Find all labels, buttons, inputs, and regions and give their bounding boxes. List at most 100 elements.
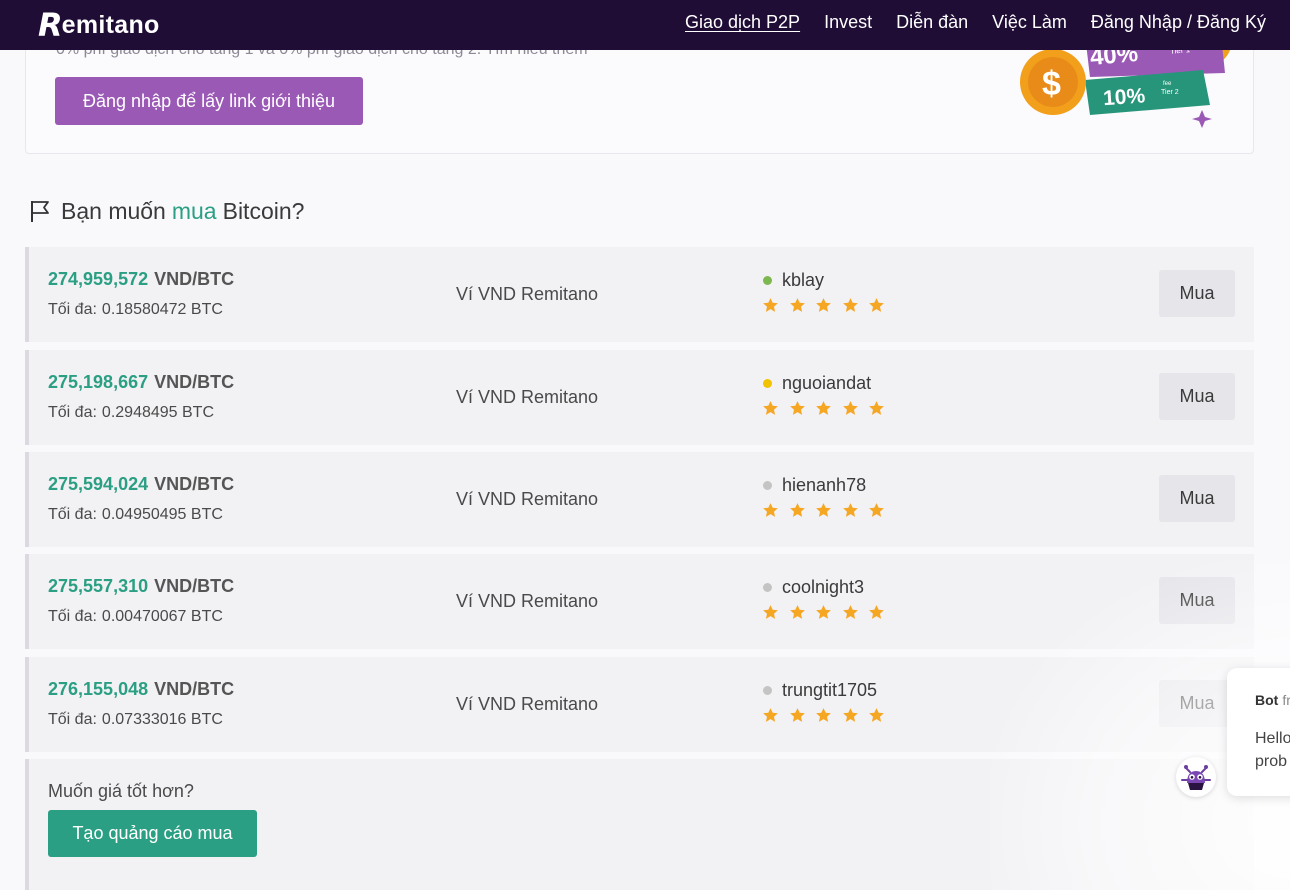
buy-button[interactable]: Mua	[1159, 373, 1235, 420]
seller-rating-stars	[762, 604, 895, 621]
seller-name[interactable]: nguoiandat	[782, 373, 871, 394]
offer-wallet: Ví VND Remitano	[456, 694, 599, 714]
star-icon	[816, 605, 831, 619]
price-amount: 275,198,667	[48, 372, 149, 392]
star-icon	[869, 503, 884, 517]
seller-status-dot	[763, 276, 772, 285]
main-nav: Giao dịch P2P Invest Diễn đàn Việc Làm Đ…	[661, 0, 1266, 44]
top-navigation-bar: Remitano Giao dịch P2P Invest Diễn đàn V…	[0, 0, 1290, 50]
max-value: 0.00470067 BTC	[101, 608, 223, 625]
buy-button[interactable]: Mua	[1159, 680, 1235, 727]
price-amount: 274,959,572	[48, 269, 149, 289]
offer-wallet: Ví VND Remitano	[456, 284, 599, 304]
max-label: Tối đa:	[48, 506, 97, 523]
price-unit: VND/BTC	[154, 269, 235, 289]
seller-rating-stars	[762, 502, 895, 519]
logo-text: emitano	[61, 10, 160, 39]
star-icon	[869, 605, 884, 619]
buy-button[interactable]: Mua	[1159, 270, 1235, 317]
offer-price: 276,155,048 VND/BTC	[48, 679, 234, 700]
nav-login-register[interactable]: Đăng Nhập / Đăng Ký	[1091, 12, 1266, 33]
star-icon	[789, 708, 805, 722]
seller-status-dot	[763, 481, 772, 490]
offer-max-amount: Tối đa: 0.04950495 BTC	[48, 506, 223, 524]
seller-name[interactable]: trungtit1705	[782, 680, 877, 701]
chat-sender: Bot fr	[1255, 692, 1290, 708]
max-label: Tối đa:	[48, 608, 97, 625]
chat-bot-avatar[interactable]	[1176, 757, 1216, 797]
price-unit: VND/BTC	[154, 372, 235, 392]
offer-price: 275,198,667 VND/BTC	[48, 372, 234, 393]
star-icon	[789, 298, 805, 312]
offer-price: 275,594,024 VND/BTC	[48, 474, 234, 495]
nav-forum[interactable]: Diễn đàn	[896, 12, 968, 33]
star-icon	[763, 708, 778, 722]
seller-name[interactable]: kblay	[782, 270, 824, 291]
max-value: 0.2948495 BTC	[101, 404, 214, 421]
star-icon	[842, 708, 858, 722]
seller-status-dot	[763, 686, 772, 695]
buy-button[interactable]: Mua	[1159, 577, 1235, 624]
seller-info[interactable]: kblay	[763, 270, 824, 291]
star-icon	[869, 708, 884, 722]
star-icon	[869, 401, 884, 415]
chat-message-bubble[interactable]: Bot fr Hello prob	[1227, 668, 1290, 796]
offer-wallet: Ví VND Remitano	[456, 489, 599, 509]
max-label: Tối đa:	[48, 404, 97, 421]
max-value: 0.07333016 BTC	[101, 711, 223, 728]
offer-row: 275,198,667 VND/BTC Tối đa: 0.2948495 BTC …	[25, 350, 1254, 445]
star-icon	[842, 503, 858, 517]
seller-info[interactable]: trungtit1705	[763, 680, 877, 701]
seller-rating-stars	[762, 707, 895, 724]
promo-tier2-fee: fee	[1163, 81, 1172, 87]
login-get-referral-link-button[interactable]: Đăng nhập để lấy link giới thiệu	[55, 77, 363, 125]
price-unit: VND/BTC	[154, 576, 235, 596]
star-icon	[842, 298, 858, 312]
section-heading: Bạn muốn mua Bitcoin?	[29, 196, 304, 226]
logo-r: R	[38, 6, 63, 44]
price-amount: 275,594,024	[48, 474, 149, 494]
max-value: 0.18580472 BTC	[101, 301, 223, 318]
star-icon	[789, 401, 805, 415]
offer-row: 276,155,048 VND/BTC Tối đa: 0.07333016 BTC…	[25, 657, 1254, 752]
max-label: Tối đa:	[48, 711, 97, 728]
seller-rating-stars	[762, 400, 895, 417]
promo-coin-symbol: $	[1042, 65, 1061, 103]
star-icon	[789, 605, 805, 619]
better-price-question: Muốn giá tốt hơn?	[48, 781, 194, 801]
nav-jobs[interactable]: Việc Làm	[992, 12, 1067, 33]
offer-max-amount: Tối đa: 0.07333016 BTC	[48, 711, 223, 729]
section-highlight: mua	[171, 197, 217, 224]
star-icon	[763, 605, 778, 619]
create-buy-ad-button[interactable]: Tạo quảng cáo mua	[48, 810, 257, 857]
star-icon	[842, 605, 858, 619]
promo-tier2-label: Tier 2	[1161, 89, 1179, 96]
offer-row: 275,594,024 VND/BTC Tối đa: 0.04950495 BTC…	[25, 452, 1254, 547]
chat-message-line: Hello	[1255, 730, 1290, 747]
offer-row: 275,557,310 VND/BTC Tối đa: 0.00470067 BTC…	[25, 554, 1254, 649]
better-price-card: Muốn giá tốt hơn? Tạo quảng cáo mua	[25, 759, 1254, 890]
price-unit: VND/BTC	[154, 679, 235, 699]
star-icon	[869, 298, 884, 312]
nav-invest[interactable]: Invest	[824, 12, 872, 33]
seller-status-dot	[763, 583, 772, 592]
star-icon	[763, 298, 778, 312]
remitano-logo[interactable]: Remitano	[38, 6, 160, 44]
buy-button[interactable]: Mua	[1159, 475, 1235, 522]
offer-row: 274,959,572 VND/BTC Tối đa: 0.18580472 BTC…	[25, 247, 1254, 342]
section-suffix: Bitcoin?	[222, 197, 305, 224]
star-icon	[816, 401, 831, 415]
nav-p2p-trading[interactable]: Giao dịch P2P	[685, 12, 800, 33]
star-icon	[816, 503, 831, 517]
seller-info[interactable]: hienanh78	[763, 475, 866, 496]
offer-max-amount: Tối đa: 0.00470067 BTC	[48, 608, 223, 626]
offer-price: 275,557,310 VND/BTC	[48, 576, 234, 597]
chat-message-text: Hello prob	[1255, 727, 1290, 773]
price-unit: VND/BTC	[154, 474, 235, 494]
star-icon	[789, 503, 805, 517]
seller-info[interactable]: nguoiandat	[763, 373, 871, 394]
seller-name[interactable]: hienanh78	[782, 475, 866, 496]
star-icon	[842, 401, 858, 415]
seller-name[interactable]: coolnight3	[782, 577, 864, 598]
seller-info[interactable]: coolnight3	[763, 577, 864, 598]
